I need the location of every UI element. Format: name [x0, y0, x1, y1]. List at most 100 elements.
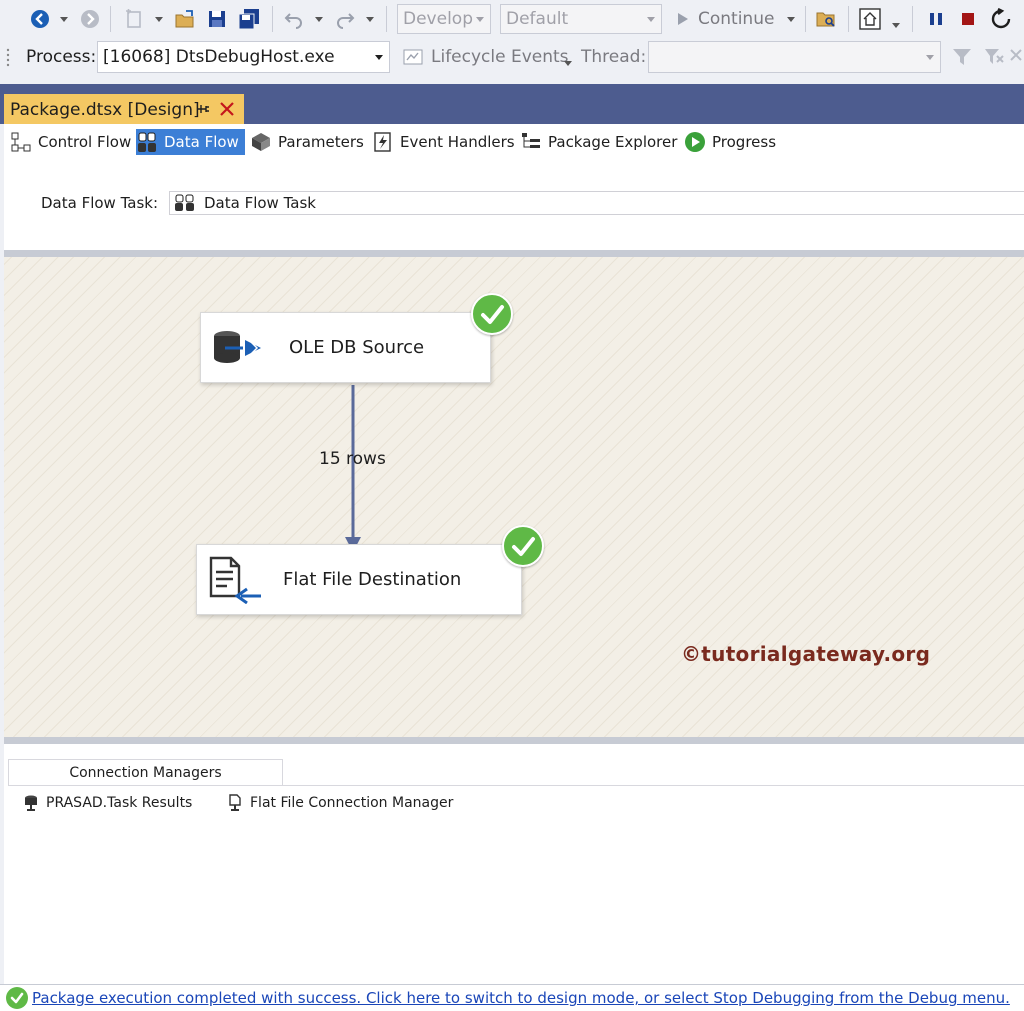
lifecycle-events-label[interactable]: Lifecycle Events — [431, 46, 569, 68]
document-tab-package[interactable]: Package.dtsx [Design] — [4, 94, 244, 125]
break-all-button[interactable] — [924, 6, 948, 32]
document-tab-title: Package.dtsx [Design] — [10, 99, 200, 120]
ole-db-source-component[interactable]: OLE DB Source — [200, 312, 491, 383]
filter-icon — [953, 49, 971, 65]
overflow-icon — [1010, 49, 1022, 61]
flat-file-destination-component[interactable]: Flat File Destination — [196, 544, 522, 615]
undo-button[interactable] — [282, 6, 306, 32]
success-check-icon — [471, 293, 513, 335]
chevron-down-icon — [647, 17, 655, 22]
connection-manager-label: PRASAD.Task Results — [46, 795, 193, 811]
solution-configuration-combo[interactable]: Develop — [397, 4, 491, 34]
chevron-down-icon — [926, 55, 934, 60]
connection-manager-item[interactable]: Flat File Connection Manager — [226, 794, 453, 812]
filter-clear-icon — [985, 49, 1004, 64]
close-icon — [220, 102, 234, 116]
play-icon — [678, 13, 688, 25]
toolbar-separator — [386, 6, 387, 32]
chevron-down-icon — [476, 17, 484, 22]
pause-icon — [930, 13, 942, 25]
solution-platform-combo[interactable]: Default — [500, 4, 662, 34]
flat-file-destination-icon — [207, 556, 263, 604]
execution-status-bar: Package execution completed with success… — [0, 984, 1024, 1011]
standard-toolbar: Develop Default Continue — [0, 0, 1024, 38]
toolbar-overflow-button[interactable] — [888, 12, 904, 38]
success-check-icon — [502, 525, 544, 567]
path-row-count-label: 15 rows — [319, 449, 386, 469]
stop-debugging-button[interactable] — [956, 6, 980, 32]
save-all-button[interactable] — [236, 6, 264, 32]
chevron-down-icon — [315, 16, 323, 22]
lifecycle-events-icon — [403, 49, 423, 65]
lifecycle-events-dropdown[interactable] — [562, 50, 574, 76]
switch-to-design-mode-link[interactable]: Package execution completed with success… — [32, 989, 1010, 1007]
chevron-down-icon — [787, 16, 795, 22]
data-flow-task-select[interactable]: Data Flow Task — [169, 191, 1024, 215]
data-flow-canvas[interactable]: 15 rows OLE DB Source Flat File Destinat… — [4, 250, 1024, 744]
open-file-button[interactable] — [172, 6, 198, 32]
tab-data-flow[interactable]: Data Flow — [136, 129, 245, 155]
save-icon — [209, 11, 225, 27]
find-in-files-button[interactable] — [812, 6, 840, 32]
folder-search-icon — [816, 12, 835, 27]
parameters-icon — [250, 131, 272, 153]
tab-parameters[interactable]: Parameters — [250, 129, 364, 155]
save-button[interactable] — [204, 6, 230, 32]
data-flow-task-label: Data Flow Task: — [41, 194, 159, 212]
chevron-down-icon — [564, 60, 572, 66]
navigate-forward-button[interactable] — [78, 6, 102, 32]
new-project-dropdown[interactable] — [152, 6, 166, 32]
tab-package-explorer[interactable]: Package Explorer — [520, 129, 677, 155]
thread-label: Thread: — [581, 47, 647, 67]
restart-button[interactable] — [988, 6, 1014, 32]
redo-dropdown[interactable] — [363, 6, 377, 32]
lifecycle-events-icon-button[interactable] — [402, 44, 424, 70]
tab-label: Package Explorer — [548, 133, 678, 151]
filter-clear-button[interactable] — [982, 44, 1006, 70]
filter-button[interactable] — [950, 44, 974, 70]
ole-db-connection-icon — [22, 794, 40, 812]
tab-event-handlers[interactable]: Event Handlers — [372, 129, 515, 155]
continue-button[interactable]: Continue — [674, 6, 784, 32]
tab-progress[interactable]: Progress — [684, 129, 776, 155]
redo-icon — [337, 13, 355, 29]
close-tab-button[interactable] — [218, 100, 236, 123]
connection-manager-item[interactable]: PRASAD.Task Results — [22, 794, 192, 812]
tab-control-flow[interactable]: Control Flow — [10, 129, 131, 155]
data-flow-task-icon — [174, 194, 196, 212]
forward-arrow-icon — [81, 10, 99, 28]
data-flow-task-value: Data Flow Task — [204, 194, 316, 212]
connection-manager-label: Flat File Connection Manager — [250, 795, 454, 811]
pin-tab-button[interactable] — [194, 100, 210, 123]
toolbar-separator — [912, 6, 913, 32]
thread-combo[interactable] — [648, 41, 941, 73]
process-combo[interactable]: [16068] DtsDebugHost.exe — [97, 41, 390, 73]
chevron-down-icon — [60, 16, 68, 22]
connection-managers-tab[interactable]: Connection Managers — [8, 759, 283, 785]
success-check-icon — [6, 987, 28, 1009]
navigate-back-button[interactable] — [28, 6, 52, 32]
tab-label: Event Handlers — [400, 133, 515, 151]
toolbar-overflow-button-2[interactable] — [1008, 44, 1024, 70]
toolbar-grip — [6, 46, 12, 68]
navigate-back-dropdown[interactable] — [57, 6, 71, 32]
debug-location-toolbar: Process: [16068] DtsDebugHost.exe Lifecy… — [0, 38, 1024, 76]
new-project-button[interactable] — [120, 6, 148, 32]
event-handlers-icon — [372, 131, 394, 153]
save-all-icon — [238, 9, 259, 30]
document-tab-strip: Package.dtsx [Design] — [0, 84, 1024, 125]
continue-dropdown[interactable] — [784, 6, 798, 32]
toolbar-separator — [110, 6, 111, 32]
control-flow-icon — [10, 131, 32, 153]
watermark-text: ©tutorialgateway.org — [681, 642, 931, 666]
chevron-down-icon — [366, 16, 374, 22]
tab-label: Data Flow — [164, 133, 239, 151]
chevron-down-icon — [155, 16, 163, 22]
package-explorer-icon — [520, 131, 542, 153]
flat-file-destination-name: Flat File Destination — [283, 569, 462, 590]
undo-dropdown[interactable] — [312, 6, 326, 32]
tab-label: Parameters — [278, 133, 364, 151]
ole-db-source-name: OLE DB Source — [289, 337, 425, 358]
redo-button[interactable] — [333, 6, 357, 32]
show-home-button[interactable] — [856, 6, 884, 32]
